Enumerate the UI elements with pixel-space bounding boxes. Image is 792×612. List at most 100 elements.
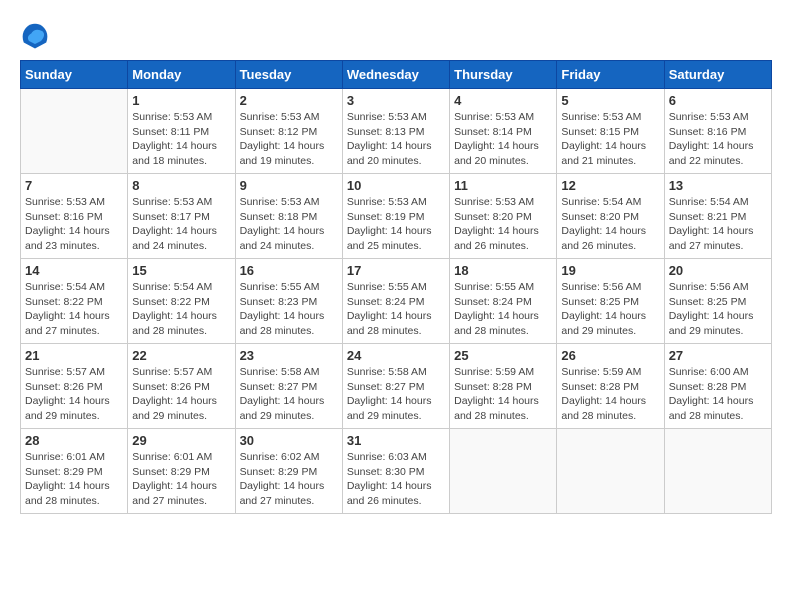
calendar-cell: 18 Sunrise: 5:55 AM Sunset: 8:24 PM Dayli… <box>450 259 557 344</box>
day-number: 5 <box>561 93 659 108</box>
calendar-cell: 28 Sunrise: 6:01 AM Sunset: 8:29 PM Dayli… <box>21 429 128 514</box>
day-number: 21 <box>25 348 123 363</box>
logo-icon <box>20 20 50 50</box>
calendar-cell: 11 Sunrise: 5:53 AM Sunset: 8:20 PM Dayli… <box>450 174 557 259</box>
calendar-cell: 31Sunrise: 6:03 AM Sunset: 8:30 PM Dayli… <box>342 429 449 514</box>
day-number: 11 <box>454 178 552 193</box>
week-row-3: 21 Sunrise: 5:57 AM Sunset: 8:26 PM Dayli… <box>21 344 772 429</box>
day-header-wednesday: Wednesday <box>342 61 449 89</box>
day-info: Sunrise: 5:59 AM Sunset: 8:28 PM Dayligh… <box>561 365 659 424</box>
day-info: Sunrise: 5:53 AM Sunset: 8:16 PM Dayligh… <box>25 195 123 254</box>
calendar-cell: 27 Sunrise: 6:00 AM Sunset: 8:28 PM Dayli… <box>664 344 771 429</box>
calendar-cell <box>557 429 664 514</box>
day-info: Sunrise: 5:58 AM Sunset: 8:27 PM Dayligh… <box>347 365 445 424</box>
calendar-cell: 20 Sunrise: 5:56 AM Sunset: 8:25 PM Dayli… <box>664 259 771 344</box>
calendar-cell: 19Sunrise: 5:56 AM Sunset: 8:25 PM Dayli… <box>557 259 664 344</box>
calendar-cell: 26 Sunrise: 5:59 AM Sunset: 8:28 PM Dayli… <box>557 344 664 429</box>
day-number: 6 <box>669 93 767 108</box>
day-number: 18 <box>454 263 552 278</box>
day-header-saturday: Saturday <box>664 61 771 89</box>
day-header-sunday: Sunday <box>21 61 128 89</box>
day-info: Sunrise: 5:53 AM Sunset: 8:13 PM Dayligh… <box>347 110 445 169</box>
day-header-tuesday: Tuesday <box>235 61 342 89</box>
day-number: 25 <box>454 348 552 363</box>
calendar-cell: 13Sunrise: 5:54 AM Sunset: 8:21 PM Dayli… <box>664 174 771 259</box>
day-number: 9 <box>240 178 338 193</box>
day-number: 20 <box>669 263 767 278</box>
calendar-cell: 10Sunrise: 5:53 AM Sunset: 8:19 PM Dayli… <box>342 174 449 259</box>
day-number: 26 <box>561 348 659 363</box>
day-info: Sunrise: 6:01 AM Sunset: 8:29 PM Dayligh… <box>25 450 123 509</box>
calendar-cell: 30 Sunrise: 6:02 AM Sunset: 8:29 PM Dayli… <box>235 429 342 514</box>
day-info: Sunrise: 5:54 AM Sunset: 8:22 PM Dayligh… <box>25 280 123 339</box>
calendar-cell: 5 Sunrise: 5:53 AM Sunset: 8:15 PM Daylig… <box>557 89 664 174</box>
day-info: Sunrise: 5:53 AM Sunset: 8:18 PM Dayligh… <box>240 195 338 254</box>
calendar-cell: 1Sunrise: 5:53 AM Sunset: 8:11 PM Daylig… <box>128 89 235 174</box>
day-info: Sunrise: 5:53 AM Sunset: 8:11 PM Dayligh… <box>132 110 230 169</box>
day-info: Sunrise: 5:54 AM Sunset: 8:22 PM Dayligh… <box>132 280 230 339</box>
day-info: Sunrise: 5:55 AM Sunset: 8:24 PM Dayligh… <box>454 280 552 339</box>
day-info: Sunrise: 5:58 AM Sunset: 8:27 PM Dayligh… <box>240 365 338 424</box>
calendar-header-row: SundayMondayTuesdayWednesdayThursdayFrid… <box>21 61 772 89</box>
day-number: 12 <box>561 178 659 193</box>
page-header <box>20 20 772 50</box>
calendar-cell <box>664 429 771 514</box>
day-info: Sunrise: 5:53 AM Sunset: 8:20 PM Dayligh… <box>454 195 552 254</box>
day-info: Sunrise: 6:02 AM Sunset: 8:29 PM Dayligh… <box>240 450 338 509</box>
week-row-2: 14 Sunrise: 5:54 AM Sunset: 8:22 PM Dayli… <box>21 259 772 344</box>
day-number: 14 <box>25 263 123 278</box>
day-number: 7 <box>25 178 123 193</box>
day-info: Sunrise: 6:03 AM Sunset: 8:30 PM Dayligh… <box>347 450 445 509</box>
day-number: 3 <box>347 93 445 108</box>
day-number: 29 <box>132 433 230 448</box>
day-info: Sunrise: 5:53 AM Sunset: 8:12 PM Dayligh… <box>240 110 338 169</box>
day-number: 2 <box>240 93 338 108</box>
day-info: Sunrise: 5:53 AM Sunset: 8:17 PM Dayligh… <box>132 195 230 254</box>
day-info: Sunrise: 5:55 AM Sunset: 8:24 PM Dayligh… <box>347 280 445 339</box>
calendar-cell: 23Sunrise: 5:58 AM Sunset: 8:27 PM Dayli… <box>235 344 342 429</box>
day-info: Sunrise: 5:57 AM Sunset: 8:26 PM Dayligh… <box>25 365 123 424</box>
day-info: Sunrise: 5:56 AM Sunset: 8:25 PM Dayligh… <box>669 280 767 339</box>
day-number: 13 <box>669 178 767 193</box>
day-number: 19 <box>561 263 659 278</box>
calendar-cell: 2 Sunrise: 5:53 AM Sunset: 8:12 PM Daylig… <box>235 89 342 174</box>
calendar-cell: 7 Sunrise: 5:53 AM Sunset: 8:16 PM Daylig… <box>21 174 128 259</box>
day-info: Sunrise: 6:01 AM Sunset: 8:29 PM Dayligh… <box>132 450 230 509</box>
day-header-thursday: Thursday <box>450 61 557 89</box>
day-info: Sunrise: 5:59 AM Sunset: 8:28 PM Dayligh… <box>454 365 552 424</box>
day-info: Sunrise: 6:00 AM Sunset: 8:28 PM Dayligh… <box>669 365 767 424</box>
day-info: Sunrise: 5:55 AM Sunset: 8:23 PM Dayligh… <box>240 280 338 339</box>
calendar-cell: 29 Sunrise: 6:01 AM Sunset: 8:29 PM Dayli… <box>128 429 235 514</box>
calendar-cell: 17 Sunrise: 5:55 AM Sunset: 8:24 PM Dayli… <box>342 259 449 344</box>
day-number: 8 <box>132 178 230 193</box>
day-number: 30 <box>240 433 338 448</box>
day-header-monday: Monday <box>128 61 235 89</box>
calendar-cell: 8 Sunrise: 5:53 AM Sunset: 8:17 PM Daylig… <box>128 174 235 259</box>
calendar-cell: 24 Sunrise: 5:58 AM Sunset: 8:27 PM Dayli… <box>342 344 449 429</box>
calendar-cell: 15 Sunrise: 5:54 AM Sunset: 8:22 PM Dayli… <box>128 259 235 344</box>
calendar-cell: 6 Sunrise: 5:53 AM Sunset: 8:16 PM Daylig… <box>664 89 771 174</box>
day-info: Sunrise: 5:53 AM Sunset: 8:15 PM Dayligh… <box>561 110 659 169</box>
logo <box>20 20 54 50</box>
day-number: 27 <box>669 348 767 363</box>
day-info: Sunrise: 5:53 AM Sunset: 8:19 PM Dayligh… <box>347 195 445 254</box>
day-info: Sunrise: 5:54 AM Sunset: 8:20 PM Dayligh… <box>561 195 659 254</box>
day-number: 4 <box>454 93 552 108</box>
week-row-1: 7 Sunrise: 5:53 AM Sunset: 8:16 PM Daylig… <box>21 174 772 259</box>
calendar-cell: 3 Sunrise: 5:53 AM Sunset: 8:13 PM Daylig… <box>342 89 449 174</box>
day-number: 15 <box>132 263 230 278</box>
calendar-cell: 22Sunrise: 5:57 AM Sunset: 8:26 PM Dayli… <box>128 344 235 429</box>
calendar-cell <box>21 89 128 174</box>
day-number: 24 <box>347 348 445 363</box>
day-info: Sunrise: 5:57 AM Sunset: 8:26 PM Dayligh… <box>132 365 230 424</box>
day-info: Sunrise: 5:53 AM Sunset: 8:16 PM Dayligh… <box>669 110 767 169</box>
day-number: 17 <box>347 263 445 278</box>
day-number: 28 <box>25 433 123 448</box>
calendar-cell: 9 Sunrise: 5:53 AM Sunset: 8:18 PM Daylig… <box>235 174 342 259</box>
day-header-friday: Friday <box>557 61 664 89</box>
week-row-4: 28 Sunrise: 6:01 AM Sunset: 8:29 PM Dayli… <box>21 429 772 514</box>
calendar-cell: 14 Sunrise: 5:54 AM Sunset: 8:22 PM Dayli… <box>21 259 128 344</box>
calendar-cell: 12 Sunrise: 5:54 AM Sunset: 8:20 PM Dayli… <box>557 174 664 259</box>
week-row-0: 1Sunrise: 5:53 AM Sunset: 8:11 PM Daylig… <box>21 89 772 174</box>
calendar-cell: 21 Sunrise: 5:57 AM Sunset: 8:26 PM Dayli… <box>21 344 128 429</box>
